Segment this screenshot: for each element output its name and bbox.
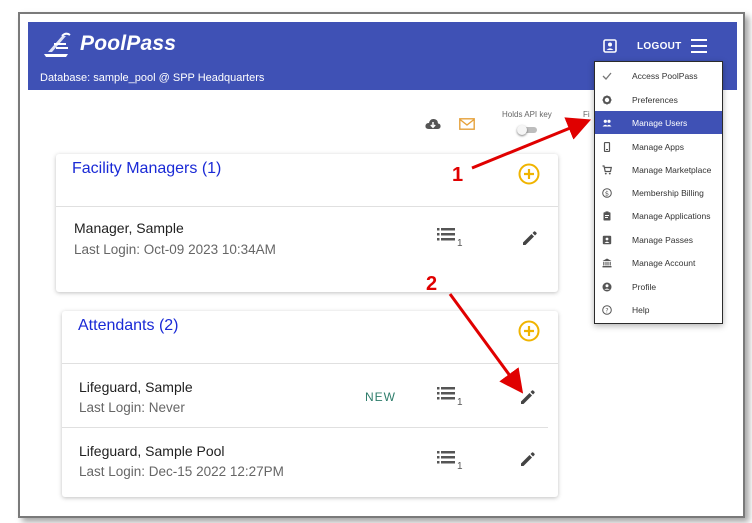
menu-item-preferences[interactable]: Preferences [595, 88, 722, 111]
cart-icon [602, 164, 612, 174]
menu-item-label: Manage Applications [632, 210, 711, 221]
menu-item-label: Profile [632, 281, 657, 292]
table-row[interactable]: Manager, Sample Last Login: Oct-09 2023 … [56, 207, 558, 267]
users-icon [602, 119, 612, 126]
add-attendant-button[interactable] [518, 320, 540, 342]
list-icon[interactable] [437, 386, 459, 402]
table-row[interactable]: Lifeguard, Sample Pool Last Login: Dec-1… [62, 428, 558, 490]
attendant-name: Lifeguard, Sample Pool [79, 443, 225, 459]
menu-item-help[interactable]: ? Help [595, 298, 722, 321]
phone-icon [603, 141, 611, 152]
attendant-last-login: Last Login: Dec-15 2022 12:27PM [79, 464, 284, 479]
facility-managers-card: Facility Managers (1) Manager, Sample La… [56, 154, 558, 292]
pool-ladder-logo-icon [44, 32, 71, 57]
list-count: 1 [457, 397, 463, 408]
svg-text:?: ? [605, 307, 608, 314]
table-row[interactable]: Lifeguard, Sample Last Login: Never NEW … [62, 364, 558, 427]
menu-item-label: Preferences [632, 94, 678, 105]
menu-item-label: Manage Apps [632, 141, 684, 152]
menu-item-manage-passes[interactable]: Manage Passes [595, 228, 722, 251]
menu-item-label: Membership Billing [632, 187, 704, 198]
account-circle-icon [602, 282, 612, 291]
holds-api-key-toggle[interactable] [517, 125, 537, 135]
menu-item-label: Manage Account [632, 257, 696, 268]
annotation-step-1: 1 [452, 164, 464, 186]
main-menu-dropdown: Access PoolPass Preferences Manage Users… [594, 61, 723, 324]
bank-icon [602, 258, 612, 267]
menu-item-manage-apps[interactable]: Manage Apps [595, 135, 722, 158]
brand[interactable]: PoolPass [42, 30, 176, 58]
new-badge: NEW [365, 390, 396, 404]
list-icon[interactable] [437, 450, 459, 466]
menu-item-manage-account[interactable]: Manage Account [595, 251, 722, 274]
check-icon [602, 72, 612, 80]
hamburger-menu-icon[interactable] [691, 39, 707, 53]
app-name: PoolPass [80, 32, 177, 55]
database-info: Database: sample_pool @ SPP Headquarters [40, 72, 265, 84]
svg-text:$: $ [605, 189, 609, 197]
gear-icon [602, 95, 612, 104]
clipboard-icon [603, 210, 611, 220]
attendant-name: Lifeguard, Sample [79, 379, 193, 395]
list-icon[interactable] [437, 227, 459, 243]
edit-pencil-icon[interactable] [519, 388, 537, 406]
menu-item-manage-marketplace[interactable]: Manage Marketplace [595, 158, 722, 181]
id-card-icon [602, 235, 612, 244]
attendants-title: Attendants (2) [78, 317, 179, 334]
dollar-icon: $ [602, 187, 612, 198]
email-icon[interactable] [459, 118, 475, 130]
filter-label-partial: Fi [583, 110, 590, 119]
logout-button[interactable]: LOGOUT [637, 41, 682, 52]
attendants-card: Attendants (2) Lifeguard, Sample Last Lo… [62, 311, 558, 497]
annotation-step-2: 2 [426, 273, 438, 295]
menu-item-label: Manage Marketplace [632, 164, 712, 175]
list-count: 1 [457, 238, 463, 249]
menu-item-label: Manage Passes [632, 234, 693, 245]
cloud-download-icon[interactable] [425, 117, 441, 131]
menu-item-label: Access PoolPass [632, 70, 698, 81]
account-box-icon[interactable] [603, 39, 617, 53]
edit-pencil-icon[interactable] [519, 450, 537, 468]
menu-item-manage-applications[interactable]: Manage Applications [595, 204, 722, 227]
manager-last-login: Last Login: Oct-09 2023 10:34AM [74, 242, 276, 257]
menu-item-manage-users[interactable]: Manage Users [595, 111, 722, 134]
attendant-last-login: Last Login: Never [79, 400, 185, 415]
help-icon: ? [602, 304, 612, 315]
facility-managers-title: Facility Managers (1) [72, 160, 222, 177]
holds-api-key-label: Holds API key [502, 110, 552, 119]
menu-item-membership-billing[interactable]: $ Membership Billing [595, 181, 722, 204]
menu-item-access-poolpass[interactable]: Access PoolPass [595, 64, 722, 87]
manager-name: Manager, Sample [74, 220, 184, 236]
list-count: 1 [457, 461, 463, 472]
edit-pencil-icon[interactable] [521, 229, 539, 247]
menu-item-profile[interactable]: Profile [595, 275, 722, 298]
menu-item-label: Help [632, 304, 650, 315]
menu-item-label: Manage Users [632, 117, 688, 128]
screenshot-frame: PoolPass Database: sample_pool @ SPP Hea… [18, 12, 745, 518]
add-facility-manager-button[interactable] [518, 163, 540, 185]
